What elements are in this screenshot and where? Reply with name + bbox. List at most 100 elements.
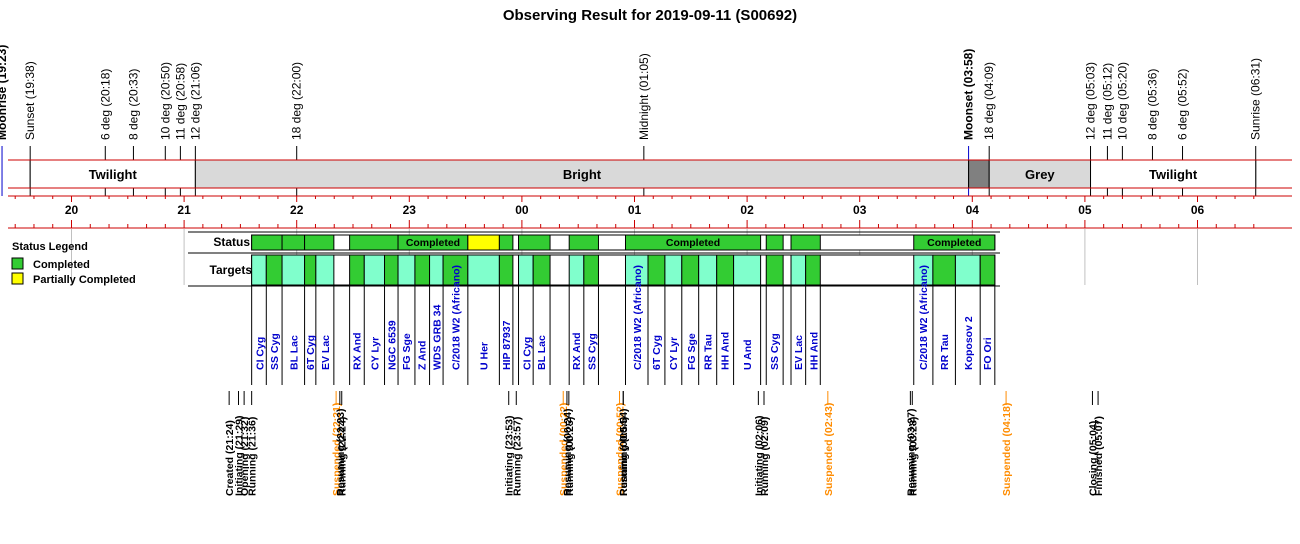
target-segment	[716, 254, 735, 286]
target-label: BL Lac	[288, 335, 300, 370]
target-segment	[647, 254, 666, 286]
target-segment	[363, 254, 386, 286]
target-segment	[664, 254, 683, 286]
sky-event-label: 6 deg (05:52)	[1176, 69, 1190, 140]
observing-result-chart: Observing Result for 2019-09-11 (S00692)…	[0, 0, 1300, 539]
time-axis-tick-label: 00	[515, 203, 529, 217]
sky-band-label: Twilight	[89, 167, 138, 182]
log-event-label: Suspended (02:43)	[823, 403, 835, 496]
target-label: HH And	[720, 332, 732, 370]
sky-band-label: Bright	[563, 167, 602, 182]
status-legend: Status Legend Completed Partially Complete…	[11, 241, 136, 286]
log-event-label: Running (00:25)	[564, 417, 576, 496]
time-axis-tick-label: 21	[177, 203, 191, 217]
target-label: C/2018 W2 (Africano)	[918, 265, 930, 370]
time-axis-tick-label: 06	[1191, 203, 1205, 217]
target-segment	[698, 254, 718, 286]
target-segment	[954, 254, 981, 286]
target-label: RR Tau	[703, 334, 715, 370]
target-label: Koposov 2	[963, 316, 975, 370]
time-axis-tick-label: 20	[65, 203, 79, 217]
time-axis: 20 21 22 23 00 01 02 03 04 05 06	[8, 195, 1292, 229]
target-label: RX And	[571, 332, 583, 370]
target-segment	[281, 254, 306, 286]
target-segment	[315, 254, 335, 286]
target-segment	[349, 254, 365, 286]
target-segment	[414, 254, 431, 286]
log-event-label: Finished (05:07)	[1093, 416, 1105, 496]
target-segment	[532, 254, 551, 286]
legend-item-label: Partially Completed	[33, 274, 136, 286]
sky-event-label: 12 deg (05:03)	[1084, 62, 1098, 140]
chart-title: Observing Result for 2019-09-11 (S00692)	[503, 7, 797, 24]
sky-event-label: 11 deg (20:58)	[173, 63, 187, 140]
target-label: CY Lyr	[668, 337, 680, 370]
target-label: WDS GRB 34	[431, 304, 443, 370]
target-segment	[304, 254, 317, 286]
target-label: FG Sge	[401, 333, 413, 370]
log-event-label: Running (22:24)	[337, 417, 349, 496]
target-segment	[265, 254, 283, 286]
target-label: 6T Cyg	[651, 335, 663, 370]
status-segment	[765, 234, 784, 251]
target-segment	[498, 254, 514, 286]
target-label: EV Lac	[320, 335, 332, 370]
target-label: U Her	[479, 342, 491, 370]
sky-event-label: Moonrise (19:23)	[0, 45, 9, 140]
target-label: C/2018 W2 (Africano)	[450, 265, 462, 370]
sky-event-label: Sunrise (06:31)	[1249, 58, 1263, 140]
sky-band-dark	[968, 159, 990, 189]
sky-band-label: Grey	[1025, 167, 1055, 182]
target-segment	[568, 254, 585, 286]
status-segment	[349, 234, 399, 251]
target-label: FO Ori	[982, 337, 994, 370]
status-segment	[568, 234, 599, 251]
status-segment-label: Completed	[666, 237, 720, 249]
sky-event-label: 18 deg (04:09)	[982, 62, 996, 140]
legend-title: Status Legend	[12, 241, 88, 253]
sky-event-label: 8 deg (20:33)	[126, 69, 140, 140]
log-events: Created (21:24)Initiating (21:29)Opening…	[224, 391, 1105, 496]
time-axis-tick-label: 03	[853, 203, 867, 217]
sky-event-label: 6 deg (20:18)	[98, 69, 112, 140]
sky-event-label: 8 deg (05:36)	[1145, 69, 1159, 140]
target-label: U And	[742, 339, 754, 370]
target-segment	[790, 254, 807, 286]
target-label: CI Cyg	[521, 337, 533, 370]
log-event-label: Suspended (04:18)	[1001, 403, 1013, 496]
legend-item-label: Completed	[33, 259, 90, 271]
target-label: FG Sge	[686, 333, 698, 370]
target-label: SS Cyg	[769, 333, 781, 370]
status-segment	[281, 234, 306, 251]
target-label: Z And	[417, 341, 429, 370]
target-segment	[429, 254, 444, 286]
time-axis-tick-label: 22	[290, 203, 304, 217]
target-label: HIP 87937	[501, 320, 513, 370]
sky-band-label: Twilight	[1149, 167, 1198, 182]
log-event-label: Running (00:54)	[618, 417, 630, 496]
sky-event-label: 10 deg (05:20)	[1115, 62, 1129, 140]
legend-swatch	[11, 272, 24, 285]
target-label: RR Tau	[939, 334, 951, 370]
target-segment	[518, 254, 534, 286]
time-axis-tick-label: 05	[1078, 203, 1092, 217]
target-label: HH And	[809, 332, 821, 370]
target-label: C/2018 W2 (Africano)	[632, 265, 644, 370]
status-segment	[518, 234, 551, 251]
sky-event-label: Midnight (01:05)	[637, 53, 651, 140]
target-label: CI Cyg	[255, 337, 267, 370]
status-row: Status Completed Completed Completed	[188, 231, 1000, 254]
targets-row-label: Targets	[210, 263, 253, 277]
sky-event-label: Moonset (03:58)	[962, 49, 976, 140]
log-event-label: Running (03:28)	[907, 417, 919, 496]
target-segment	[384, 254, 399, 286]
status-segment-label: Completed	[406, 237, 460, 249]
log-event-label: Running (23:57)	[511, 417, 523, 496]
status-segment	[498, 234, 514, 251]
status-segment	[790, 234, 821, 251]
sky-event-label: 18 deg (22:00)	[290, 62, 304, 140]
status-segment-label: Completed	[927, 237, 981, 249]
target-label: NGC 6539	[386, 320, 398, 370]
target-segment	[765, 254, 784, 286]
status-segment	[304, 234, 335, 251]
